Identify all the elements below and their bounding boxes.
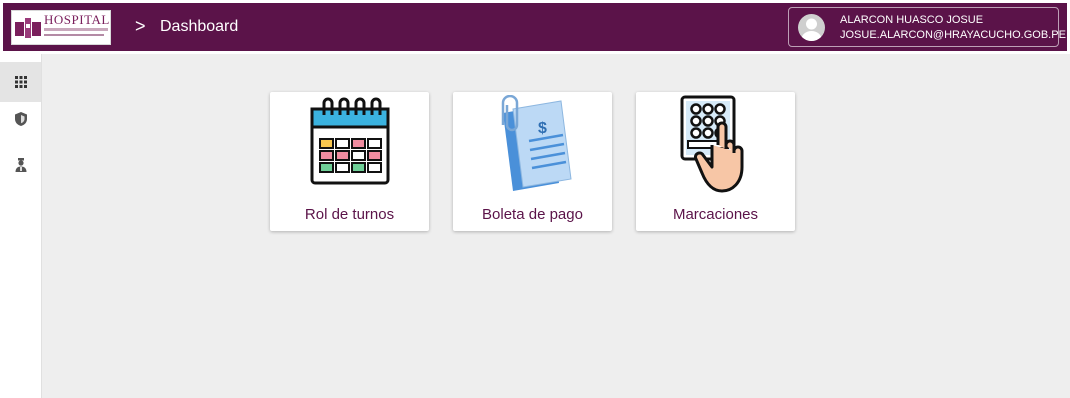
- avatar: [798, 14, 825, 41]
- svg-text:$: $: [538, 120, 547, 137]
- card-label: Boleta de pago: [482, 206, 583, 223]
- logo-text: HOSPITAL: [44, 12, 110, 27]
- dashboard-content: Rol de turnos $ Boleta de pago Marcacion…: [42, 54, 1070, 398]
- user-email: JOSUE.ALARCON@HRAYACUCHO.GOB.PE: [840, 29, 1066, 41]
- breadcrumb-chevron-icon: >: [135, 16, 146, 36]
- sidebar: [0, 54, 42, 398]
- top-bar-background: HOSPITAL > Dashboard ALARCON HUASCO JOSU…: [3, 3, 1067, 51]
- sidebar-item-security[interactable]: [0, 99, 41, 139]
- hospital-logo[interactable]: HOSPITAL: [11, 10, 111, 45]
- card-rol-de-turnos[interactable]: Rol de turnos: [270, 92, 429, 231]
- card-label: Rol de turnos: [304, 206, 395, 223]
- user-name: ALARCON HUASCO JOSUE: [840, 14, 984, 26]
- apps-grid-icon: [14, 76, 27, 88]
- card-marcaciones[interactable]: Marcaciones: [636, 92, 795, 231]
- shield-icon: [14, 112, 27, 126]
- logo-subtitle-line: [44, 28, 108, 31]
- sidebar-item-personnel[interactable]: [0, 145, 41, 185]
- payslip-icon: $: [501, 95, 572, 191]
- logo-subtitle-line-2: [44, 34, 104, 36]
- user-avatar-icon: [801, 18, 822, 41]
- keypad-hand-icon: [680, 95, 744, 193]
- user-menu[interactable]: ALARCON HUASCO JOSUE JOSUE.ALARCON@HRAYA…: [788, 7, 1066, 47]
- page-title: Dashboard: [160, 18, 239, 35]
- user-badge-icon: [15, 158, 26, 172]
- calendar-icon: [310, 97, 390, 185]
- sidebar-item-dashboard[interactable]: [0, 62, 41, 102]
- hospital-logo-mark-icon: [15, 18, 41, 38]
- top-bar: HOSPITAL > Dashboard ALARCON HUASCO JOSU…: [0, 0, 1070, 54]
- card-label: Marcaciones: [672, 206, 759, 223]
- card-boleta-de-pago[interactable]: $ Boleta de pago: [453, 92, 612, 231]
